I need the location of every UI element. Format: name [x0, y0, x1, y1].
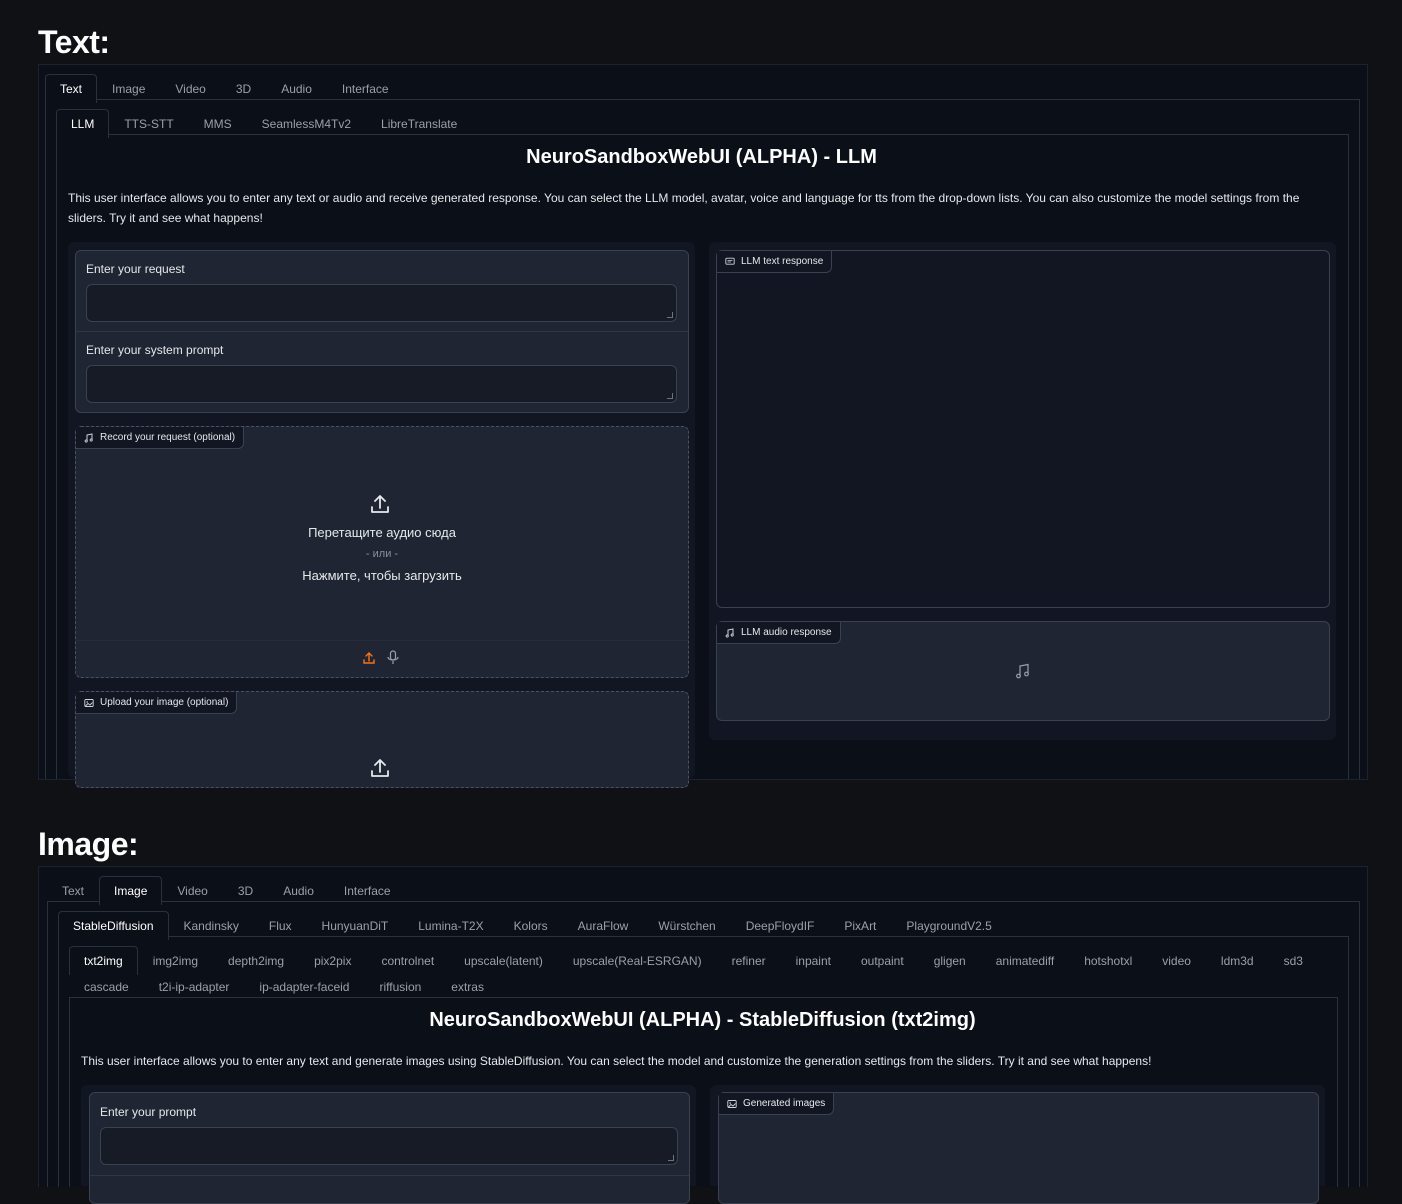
- upload-click-text: Нажмите, чтобы загрузить: [302, 568, 462, 583]
- tab-img2img[interactable]: img2img: [138, 946, 213, 975]
- tab-hotshotxl[interactable]: hotshotxl: [1069, 946, 1147, 975]
- record-audio-badge: Record your request (optional): [76, 427, 245, 449]
- prompt-label: Enter your prompt: [100, 1105, 197, 1119]
- tab-stablediffusion[interactable]: StableDiffusion: [58, 911, 169, 940]
- upload-image-dropzone[interactable]: Upload your image (optional): [75, 691, 689, 788]
- llm-description: This user interface allows you to enter …: [68, 191, 1300, 225]
- tab-sd3[interactable]: sd3: [1269, 946, 1318, 975]
- tab-video-mode[interactable]: video: [1147, 946, 1206, 975]
- system-prompt-label: Enter your system prompt: [86, 343, 224, 357]
- tab-refiner[interactable]: refiner: [717, 946, 781, 975]
- tab-depth2img[interactable]: depth2img: [213, 946, 299, 975]
- music-note-icon: [725, 627, 734, 638]
- image-icon: [727, 1099, 737, 1108]
- music-note-placeholder-icon: [1016, 663, 1029, 679]
- request-label: Enter your request: [86, 262, 185, 276]
- upload-icon: [371, 759, 389, 777]
- generated-images-label: Generated images: [743, 1098, 826, 1109]
- audio-response-badge: LLM audio response: [717, 622, 841, 644]
- card-divider: [90, 1175, 689, 1176]
- tab-outpaint[interactable]: outpaint: [846, 946, 919, 975]
- music-note-icon: [84, 432, 93, 443]
- tab-txt2img[interactable]: txt2img: [69, 946, 138, 975]
- upload-source-icon[interactable]: [362, 651, 376, 665]
- tab-controlnet[interactable]: controlnet: [366, 946, 449, 975]
- upload-drop-text: Перетащите аудио сюда: [308, 525, 456, 540]
- tab-upscale-latent[interactable]: upscale(latent): [449, 946, 558, 975]
- tab-upscale-esrgan[interactable]: upscale(Real-ESRGAN): [558, 946, 717, 975]
- mode-tabbar-row1: txt2img img2img depth2img pix2pix contro…: [69, 946, 1318, 975]
- request-card: Enter your request Enter your system pro…: [75, 250, 689, 413]
- image-icon: [84, 698, 94, 707]
- llm-heading: NeuroSandboxWebUI (ALPHA) - LLM: [526, 146, 877, 168]
- tab-pix2pix[interactable]: pix2pix: [299, 946, 366, 975]
- text-section-title: Text:: [38, 24, 110, 60]
- generated-images-gallery[interactable]: Generated images: [718, 1092, 1319, 1204]
- upload-or-text: - или -: [365, 548, 399, 560]
- tab-image[interactable]: Image: [99, 876, 163, 905]
- tab-ldm3d[interactable]: ldm3d: [1206, 946, 1269, 975]
- tab-animatediff[interactable]: animatediff: [981, 946, 1069, 975]
- microphone-icon[interactable]: [386, 650, 400, 666]
- tab-gligen[interactable]: gligen: [919, 946, 981, 975]
- audio-response-label: LLM audio response: [741, 627, 832, 638]
- request-input[interactable]: [86, 284, 677, 322]
- sd-description: This user interface allows you to enter …: [81, 1054, 1152, 1068]
- upload-image-label: Upload your image (optional): [100, 697, 229, 708]
- tab-text[interactable]: Text: [45, 74, 98, 103]
- text-response-label: LLM text response: [741, 256, 824, 267]
- tab-llm[interactable]: LLM: [56, 109, 110, 138]
- upload-icon: [371, 495, 389, 513]
- llm-text-response[interactable]: LLM text response: [716, 250, 1330, 608]
- prompt-input[interactable]: [100, 1127, 678, 1165]
- audio-source-divider: [76, 640, 688, 641]
- record-audio-dropzone[interactable]: Record your request (optional) Перетащит…: [75, 426, 689, 678]
- sd-heading: NeuroSandboxWebUI (ALPHA) - StableDiffus…: [429, 1009, 976, 1031]
- record-audio-label: Record your request (optional): [100, 432, 236, 443]
- card-divider: [76, 331, 688, 332]
- generated-images-badge: Generated images: [719, 1093, 835, 1115]
- chat-icon: [725, 257, 735, 265]
- tab-inpaint[interactable]: inpaint: [781, 946, 846, 975]
- system-prompt-input[interactable]: [86, 365, 677, 403]
- prompt-card: Enter your prompt: [89, 1092, 690, 1204]
- upload-image-badge: Upload your image (optional): [76, 692, 238, 714]
- llm-audio-response: LLM audio response: [716, 621, 1330, 721]
- image-section-title: Image:: [38, 826, 139, 862]
- text-response-badge: LLM text response: [717, 251, 833, 273]
